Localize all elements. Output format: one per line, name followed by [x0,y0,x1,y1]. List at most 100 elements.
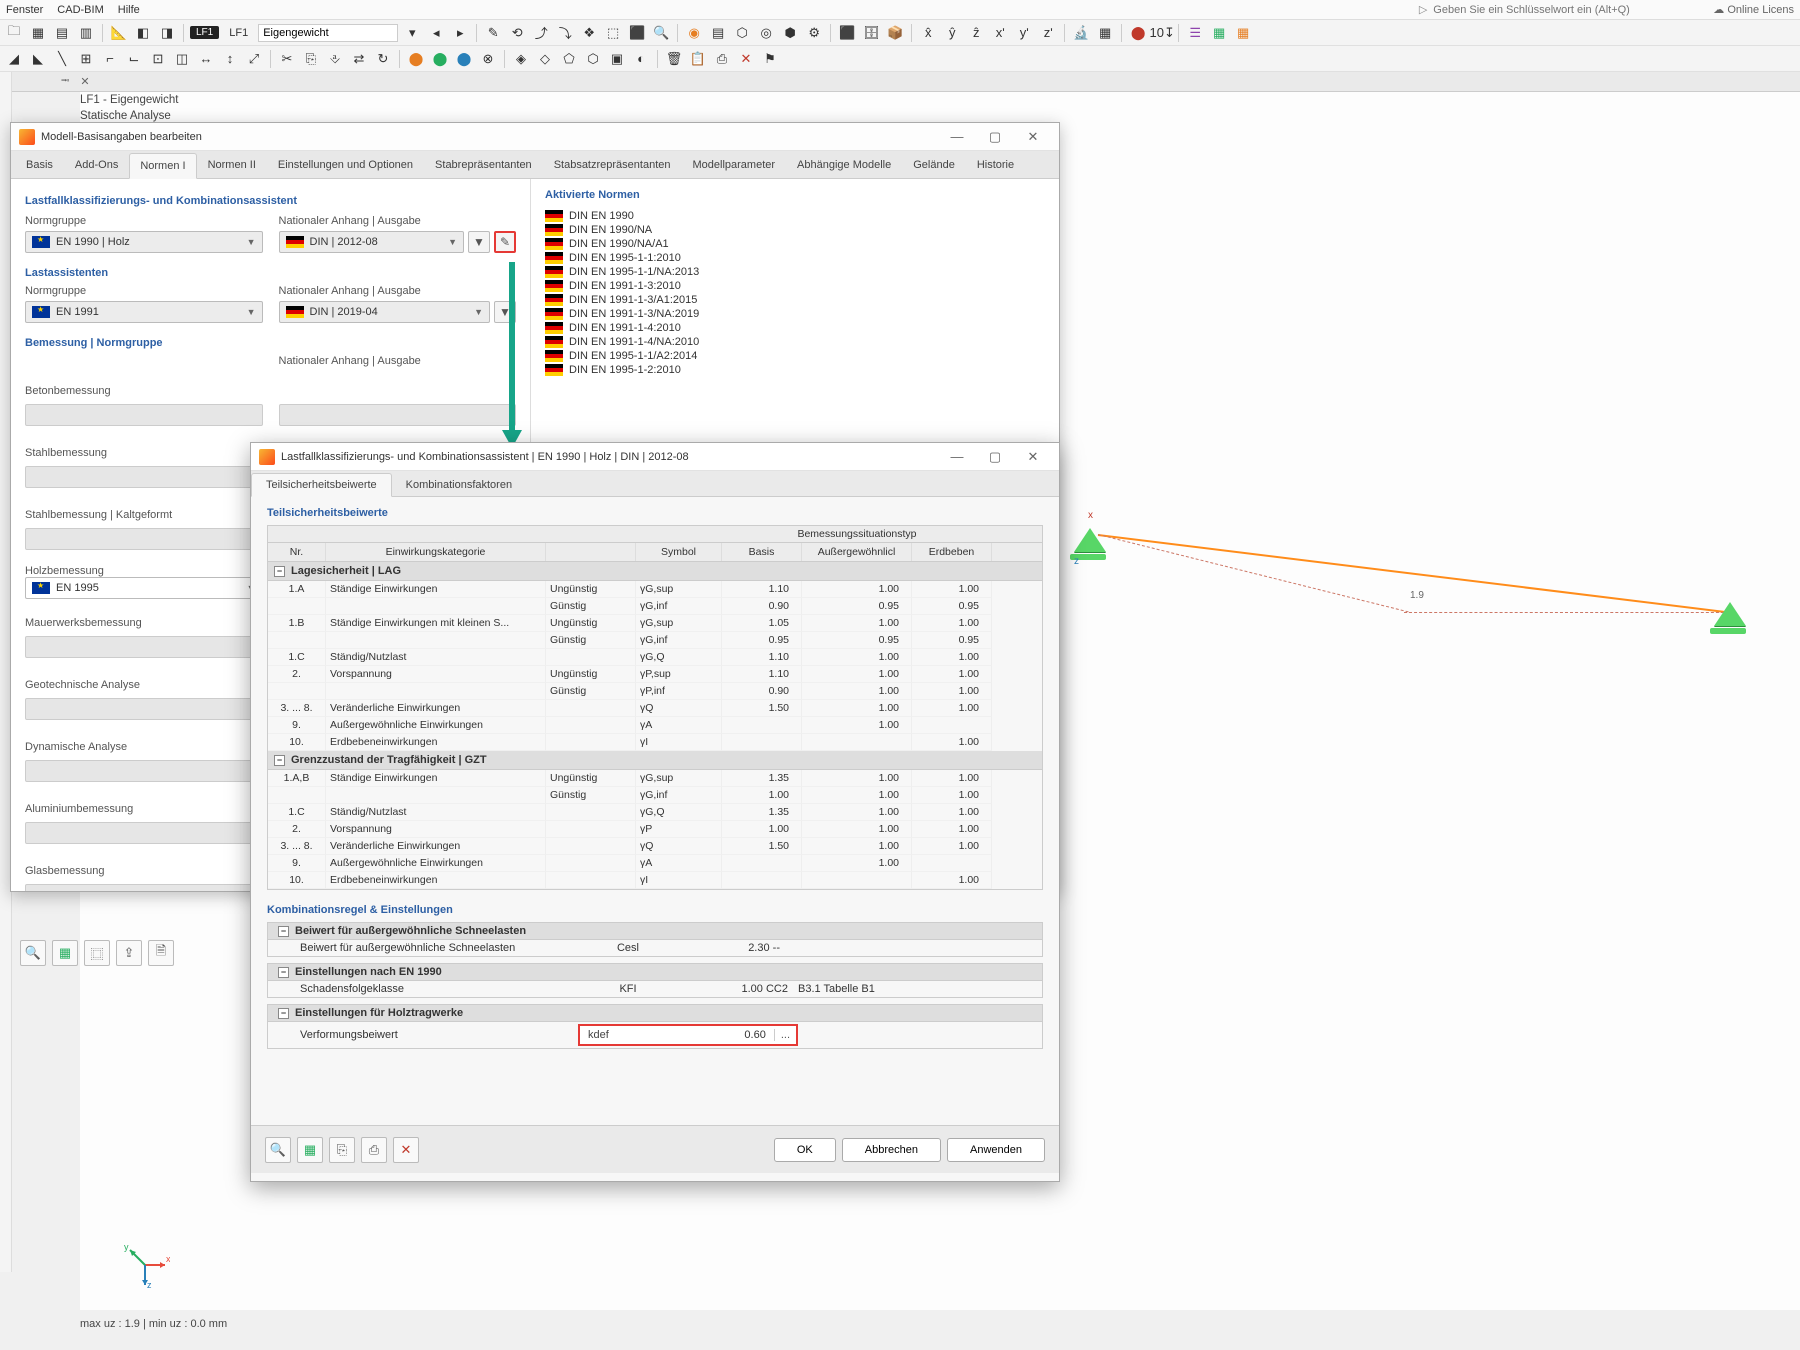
combo-din2012[interactable]: DIN | 2012-08▼ [279,231,465,253]
tb-icon[interactable]: ✂ [277,49,297,69]
tb-icon[interactable]: ╲ [52,49,72,69]
holz-group[interactable]: −Einstellungen für Holztragwerke [267,1004,1043,1022]
tb-icon[interactable]: ⎘ [301,49,321,69]
psf-row[interactable]: 1.AStändige EinwirkungenUngünstigγG,sup1… [267,581,1043,598]
psf-row[interactable]: 1.A,BStändige EinwirkungenUngünstigγG,su… [267,770,1043,787]
psf-row[interactable]: 1.BStändige Einwirkungen mit kleinen S..… [267,615,1043,632]
export-icon[interactable]: ⇪ [116,940,142,966]
group-gzt[interactable]: −Grenzzustand der Tragfähigkeit | GZT [267,751,1043,770]
tab-historie[interactable]: Historie [966,152,1025,178]
tb-icon[interactable]: 📐 [109,23,129,43]
tb-icon[interactable]: ✎ [483,23,503,43]
edit-norm-button[interactable]: ✎ [494,231,516,253]
tb-icon[interactable]: x̂ [918,23,938,43]
tb-icon[interactable]: ◫ [172,49,192,69]
tab-normen1[interactable]: Normen I [129,153,196,179]
tb-icon[interactable]: 📋 [688,49,708,69]
tb-icon[interactable]: ⊡ [148,49,168,69]
minimize-icon[interactable]: ― [939,127,975,147]
tb-icon[interactable]: 🗄 [861,23,881,43]
tb-icon[interactable]: 10↧ [1152,23,1172,43]
snow-group[interactable]: −Beiwert für außergewöhnliche Schneelast… [267,922,1043,940]
tb-icon[interactable]: ◧ [133,23,153,43]
doc-tab-close-icon[interactable]: ✕ [76,74,94,88]
tb-icon[interactable]: ⎀ [325,49,345,69]
tab-stabsatzrep[interactable]: Stabsatzrepräsentanten [543,152,682,178]
tab-basis[interactable]: Basis [15,152,64,178]
tb-icon[interactable]: ◢ [4,49,24,69]
psf-row[interactable]: 9.Außergewöhnliche EinwirkungenγA1.00 [267,855,1043,872]
ok-button[interactable]: OK [774,1138,836,1162]
filter-button[interactable]: ▼ [494,301,516,323]
tab-teilsicherheit[interactable]: Teilsicherheitsbeiwerte [251,473,392,497]
tb-icon[interactable]: 🗑 [664,49,684,69]
tb-icon[interactable]: xʹ [990,23,1010,43]
tb-icon[interactable]: ▤ [708,23,728,43]
maximize-icon[interactable]: ▢ [977,447,1013,467]
tb-next-icon[interactable]: ▸ [450,23,470,43]
psf-row[interactable]: GünstigγG,inf1.001.001.00 [267,787,1043,804]
tb-icon[interactable]: 🔍 [651,23,671,43]
combo-en1995[interactable]: EN 1995▼ [25,577,263,599]
tb-icon[interactable]: ⬤ [406,49,426,69]
copy-icon[interactable]: ⎘ [329,1137,355,1163]
minimize-icon[interactable]: ― [939,447,975,467]
tb-icon[interactable]: ⬡ [583,49,603,69]
doc-icon[interactable]: 🗎 [148,940,174,966]
search-icon[interactable]: 🔍 [265,1137,291,1163]
tab-einstellungen[interactable]: Einstellungen und Optionen [267,152,424,178]
box-icon[interactable]: ⿴ [84,940,110,966]
psf-row[interactable]: 3. ... 8.Veränderliche EinwirkungenγQ1.5… [267,838,1043,855]
tb-icon[interactable]: ⤢ [244,49,264,69]
tab-gelaende[interactable]: Gelände [902,152,966,178]
tb-icon[interactable]: ◣ [28,49,48,69]
tb-icon[interactable]: ⬡ [732,23,752,43]
tb-icon[interactable]: ▣ [607,49,627,69]
psf-row[interactable]: 10.ErdbebeneinwirkungenγI1.00 [267,872,1043,889]
tb-dropdown-icon[interactable]: ▾ [402,23,422,43]
maximize-icon[interactable]: ▢ [977,127,1013,147]
tb-icon[interactable]: ⬤ [430,49,450,69]
list-icon[interactable]: ▦ [52,940,78,966]
filter-button[interactable]: ▼ [468,231,490,253]
tb-icon[interactable]: ▦ [1233,23,1253,43]
tb-icon[interactable]: ✕ [736,49,756,69]
tb-icon[interactable]: yʹ [1014,23,1034,43]
tb-icon[interactable]: ◉ [684,23,704,43]
kdef-input[interactable]: kdef 0.60 ... [578,1024,798,1046]
tb-icon[interactable]: ◇ [535,49,555,69]
tb-icon[interactable]: ⟲ [507,23,527,43]
tab-addons[interactable]: Add-Ons [64,152,129,178]
tab-abhmodelle[interactable]: Abhängige Modelle [786,152,902,178]
lf-desc-input[interactable] [258,24,398,42]
psf-row[interactable]: 9.Außergewöhnliche EinwirkungenγA1.00 [267,717,1043,734]
tb-prev-icon[interactable]: ◂ [426,23,446,43]
combo-din2019[interactable]: DIN | 2019-04▼ [279,301,491,323]
tb-icon[interactable]: ⤴ [531,23,551,43]
tb-icon[interactable]: ↻ [373,49,393,69]
tb-icon[interactable]: ◐ [631,49,651,69]
kdef-more-button[interactable]: ... [774,1029,796,1041]
tab-modellparam[interactable]: Modellparameter [682,152,787,178]
online-license[interactable]: ☁ Online Licens [1713,3,1794,16]
tb-icon[interactable]: ⬛ [837,23,857,43]
tb-icon[interactable]: ⊗ [478,49,498,69]
tab-kombinationsfaktoren[interactable]: Kombinationsfaktoren [392,474,526,496]
tb-icon[interactable]: ⬚ [603,23,623,43]
tb-icon[interactable]: ⌙ [124,49,144,69]
close-icon[interactable]: ✕ [1015,447,1051,467]
tb-icon[interactable]: ▤ [52,23,72,43]
close-icon[interactable]: ✕ [1015,127,1051,147]
tb-icon[interactable]: ☰ [1185,23,1205,43]
tb-icon[interactable]: ▥ [76,23,96,43]
paste-icon[interactable]: ⎙ [361,1137,387,1163]
psf-row[interactable]: GünstigγP,inf0.901.001.00 [267,683,1043,700]
tb-icon[interactable]: 🔬 [1071,23,1091,43]
menu-fenster[interactable]: Fenster [6,4,43,16]
tb-icon[interactable]: ⬛ [627,23,647,43]
tb-icon[interactable]: ⬢ [780,23,800,43]
tb-icon[interactable]: ⤵ [555,23,575,43]
psf-row[interactable]: 10.ErdbebeneinwirkungenγI1.00 [267,734,1043,751]
tb-icon[interactable]: ŷ [942,23,962,43]
tb-icon[interactable]: ⚑ [760,49,780,69]
